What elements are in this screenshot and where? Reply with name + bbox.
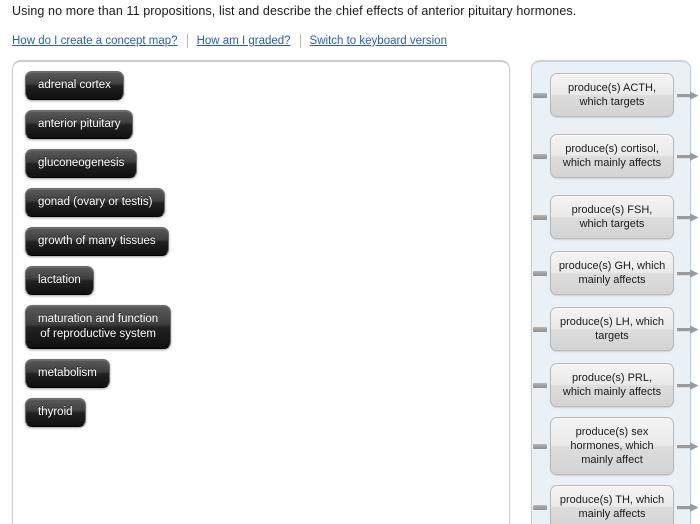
arrow-right-icon	[677, 269, 699, 278]
concept-chip[interactable]: lactation	[25, 266, 94, 295]
linking-phrase-row: produce(s) sex hormones, which mainly af…	[532, 415, 699, 477]
concept-chip[interactable]: growth of many tissues	[25, 227, 169, 256]
linking-phrase-chip[interactable]: produce(s) PRL, which mainly affects	[550, 363, 674, 407]
linking-phrase-chip[interactable]: produce(s) cortisol, which mainly affect…	[550, 134, 674, 178]
line-stub-icon	[533, 326, 547, 332]
concept-item: lactation	[25, 266, 495, 305]
concept-chip[interactable]: thyroid	[25, 398, 86, 427]
concept-chip[interactable]: gluconeogenesis	[25, 149, 138, 178]
linking-phrase-row: produce(s) cortisol, which mainly affect…	[532, 125, 699, 187]
help-links-bar: How do I create a concept map? How am I …	[12, 34, 447, 48]
concept-item: gluconeogenesis	[25, 149, 495, 188]
concept-list: adrenal cortex anterior pituitary gluconeo…	[25, 71, 495, 437]
linking-phrase-row: produce(s) FSH, which targets	[532, 191, 699, 243]
arrow-right-icon	[677, 381, 699, 390]
arrow-right-icon	[677, 442, 699, 451]
linking-phrase-chip[interactable]: produce(s) ACTH, which targets	[550, 73, 674, 117]
line-stub-icon	[533, 153, 547, 159]
concept-item: thyroid	[25, 398, 495, 437]
linking-phrase-chip[interactable]: produce(s) sex hormones, which mainly af…	[550, 417, 674, 475]
arrow-right-icon	[677, 152, 699, 161]
concept-item: gonad (ovary or testis)	[25, 188, 495, 227]
line-stub-icon	[533, 92, 547, 98]
concept-map-editor: Using no more than 11 propositions, list…	[0, 0, 700, 524]
concept-chip[interactable]: anterior pituitary	[25, 110, 134, 139]
line-stub-icon	[533, 504, 547, 510]
linking-phrase-list: produce(s) ACTH, which targets produce(s)…	[532, 69, 699, 524]
concept-chip[interactable]: maturation and function of reproductive …	[25, 305, 172, 349]
concept-chip[interactable]: adrenal cortex	[25, 71, 124, 100]
link-how-am-i-graded[interactable]: How am I graded?	[197, 35, 291, 47]
linking-phrase-chip[interactable]: produce(s) LH, which targets	[550, 307, 674, 351]
concept-item: adrenal cortex	[25, 71, 495, 110]
separator	[186, 34, 188, 48]
linking-phrase-panel[interactable]: produce(s) ACTH, which targets produce(s)…	[531, 60, 699, 524]
line-stub-icon	[533, 382, 547, 388]
concept-chip[interactable]: metabolism	[25, 359, 110, 388]
linking-phrase-row: produce(s) TH, which mainly affects	[532, 481, 699, 524]
linking-phrase-row: produce(s) GH, which mainly affects	[532, 247, 699, 299]
linking-phrase-row: produce(s) LH, which targets	[532, 303, 699, 355]
linking-phrase-row: produce(s) PRL, which mainly affects	[532, 359, 699, 411]
linking-phrase-chip[interactable]: produce(s) GH, which mainly affects	[550, 251, 674, 295]
concept-item: maturation and function of reproductive …	[25, 305, 495, 359]
concept-item: anterior pituitary	[25, 110, 495, 149]
arrow-right-icon	[677, 91, 699, 100]
linking-phrase-chip[interactable]: produce(s) TH, which mainly affects	[550, 485, 674, 524]
arrow-right-icon	[677, 503, 699, 512]
arrow-right-icon	[677, 213, 699, 222]
line-stub-icon	[533, 214, 547, 220]
line-stub-icon	[533, 443, 547, 449]
concept-chip[interactable]: gonad (ovary or testis)	[25, 188, 166, 217]
line-stub-icon	[533, 270, 547, 276]
separator	[299, 34, 301, 48]
page-title: Using no more than 11 propositions, list…	[12, 4, 577, 18]
linking-phrase-row: produce(s) ACTH, which targets	[532, 69, 699, 121]
concept-item: metabolism	[25, 359, 495, 398]
concept-palette-panel[interactable]: adrenal cortex anterior pituitary gluconeo…	[12, 60, 510, 524]
linking-phrase-chip[interactable]: produce(s) FSH, which targets	[550, 195, 674, 239]
link-switch-to-keyboard-version[interactable]: Switch to keyboard version	[310, 35, 447, 47]
arrow-right-icon	[677, 325, 699, 334]
concept-item: growth of many tissues	[25, 227, 495, 266]
link-how-do-i-create-a-concept-map[interactable]: How do I create a concept map?	[12, 35, 178, 47]
